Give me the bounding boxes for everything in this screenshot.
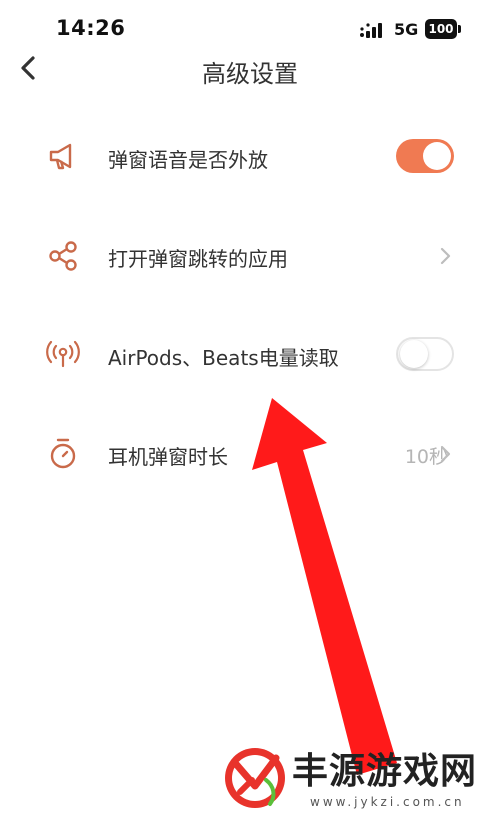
- watermark: 丰源游戏网 www.jykzi.com.cn: [222, 740, 492, 818]
- battery-level: 100: [425, 19, 457, 39]
- header: 高级设置: [0, 44, 500, 94]
- setting-label: 耳机弹窗时长: [108, 445, 228, 469]
- battery-tip: [458, 25, 461, 33]
- broadcast-icon: [46, 340, 80, 368]
- chevron-right-icon: [440, 247, 451, 265]
- megaphone-icon: [49, 143, 72, 170]
- setting-label: AirPods、Beats电量读取: [108, 346, 339, 370]
- airpods-battery-toggle[interactable]: [396, 337, 454, 371]
- share-icon: [49, 241, 77, 271]
- toggle-knob: [400, 340, 428, 368]
- setting-row-airpods-battery[interactable]: AirPods、Beats电量读取: [0, 306, 500, 405]
- setting-label: 打开弹窗跳转的应用: [108, 247, 288, 271]
- page-title: 高级设置: [202, 60, 298, 88]
- settings-list: 弹窗语音是否外放 打开弹窗跳转的应用 AirPods、Beats电量读取 耳机弹…: [0, 108, 500, 504]
- setting-row-open-app[interactable]: 打开弹窗跳转的应用: [0, 207, 500, 306]
- watermark-logo: [225, 748, 285, 808]
- speaker-toggle[interactable]: [396, 139, 454, 173]
- chevron-right-icon: [440, 445, 451, 463]
- status-time: 14:26: [56, 16, 126, 40]
- watermark-brand: 丰源游戏网: [292, 751, 478, 792]
- battery-icon: 100: [425, 19, 461, 39]
- watermark-url: www.jykzi.com.cn: [310, 795, 465, 809]
- signal-icon: [360, 23, 382, 38]
- setting-row-popup-duration[interactable]: 耳机弹窗时长 10秒: [0, 405, 500, 504]
- screen: 14:26 5G 100 高级设置 弹窗语音是否外放 打开弹窗跳转的应用 Air…: [0, 0, 500, 818]
- timer-icon: [50, 438, 76, 469]
- setting-label: 弹窗语音是否外放: [108, 148, 268, 172]
- network-label: 5G: [394, 20, 419, 39]
- toggle-knob: [423, 142, 451, 170]
- setting-row-speaker[interactable]: 弹窗语音是否外放: [0, 108, 500, 207]
